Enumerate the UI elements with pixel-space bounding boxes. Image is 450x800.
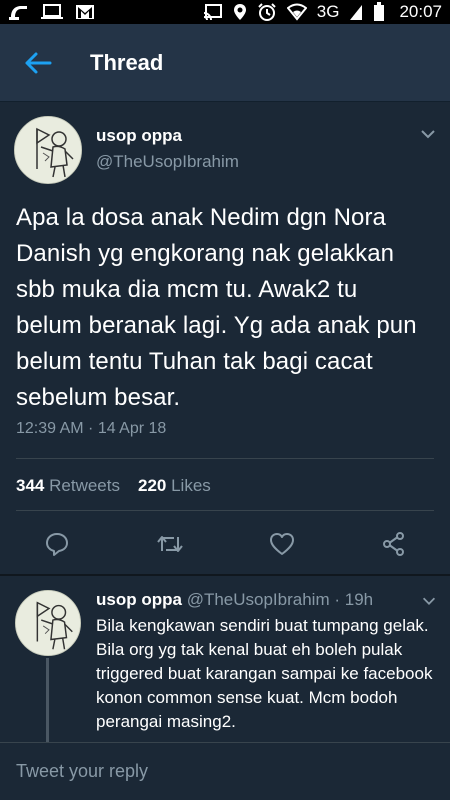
avatar-drawing-icon xyxy=(16,591,80,655)
retweets-stat[interactable]: 344 Retweets xyxy=(16,476,120,496)
status-left xyxy=(8,3,96,21)
tweet-actions xyxy=(0,527,450,561)
retweet-button[interactable] xyxy=(153,527,187,561)
arrow-left-icon xyxy=(25,52,52,73)
reply-menu-button[interactable] xyxy=(420,592,438,610)
app-bar: Thread xyxy=(0,24,450,102)
reply-input[interactable] xyxy=(16,751,436,792)
alarm-icon xyxy=(257,3,277,21)
reply-button[interactable] xyxy=(40,527,74,561)
avatar-drawing-icon xyxy=(15,117,81,183)
retweets-count: 344 xyxy=(16,476,45,495)
gmail-icon xyxy=(74,3,96,21)
notification-icon xyxy=(8,3,30,21)
signal-icon xyxy=(349,3,363,21)
reply-avatar[interactable] xyxy=(15,590,81,656)
like-button[interactable] xyxy=(265,527,299,561)
likes-stat[interactable]: 220 Likes xyxy=(138,476,211,496)
status-bar: 3G 20:07 xyxy=(0,0,450,24)
location-icon xyxy=(233,3,247,21)
divider xyxy=(16,458,434,459)
tweet-timestamp: 12:39 AM · 14 Apr 18 xyxy=(16,420,167,437)
author-name[interactable]: usop oppa xyxy=(96,126,182,146)
page-title: Thread xyxy=(90,49,164,75)
retweets-label: Retweets xyxy=(49,476,120,495)
likes-label: Likes xyxy=(171,476,211,495)
chevron-down-icon xyxy=(421,130,435,139)
wifi-icon xyxy=(286,3,307,21)
reply-age: · 19h xyxy=(334,590,374,609)
reply-composer xyxy=(0,742,450,800)
divider xyxy=(16,510,434,511)
share-icon xyxy=(383,532,404,556)
reply-text: Bila kengkawan sendiri buat tumpang gela… xyxy=(96,616,433,731)
status-clock: 20:07 xyxy=(399,2,442,21)
author-handle[interactable]: @TheUsopIbrahim xyxy=(96,152,239,172)
thread-connector-line xyxy=(46,658,49,742)
reply-author-handle[interactable]: @TheUsopIbrahim xyxy=(187,590,330,609)
reply-author-name[interactable]: usop oppa xyxy=(96,590,182,609)
tweet-menu-button[interactable] xyxy=(418,124,438,144)
reply-icon xyxy=(46,533,68,556)
reply-tweet[interactable]: usop oppa @TheUsopIbrahim · 19h Bila ken… xyxy=(0,576,450,742)
share-button[interactable] xyxy=(377,527,411,561)
cast-icon xyxy=(203,3,223,21)
retweet-icon xyxy=(157,536,183,552)
heart-icon xyxy=(270,533,294,555)
avatar[interactable] xyxy=(14,116,82,184)
back-button[interactable] xyxy=(0,24,76,102)
tweet-stats: 344 Retweets 220 Likes xyxy=(16,476,211,496)
network-type: 3G xyxy=(316,2,340,21)
tweet-text: Apa la dosa anak Nedim dgn Nora Danish y… xyxy=(16,204,417,411)
likes-count: 220 xyxy=(137,476,167,495)
battery-icon xyxy=(373,2,385,22)
reply-header: usop oppa @TheUsopIbrahim · 19h xyxy=(96,590,373,610)
laptop-icon xyxy=(40,3,64,21)
chevron-down-icon xyxy=(422,597,436,605)
status-right: 3G 20:07 xyxy=(203,2,442,22)
